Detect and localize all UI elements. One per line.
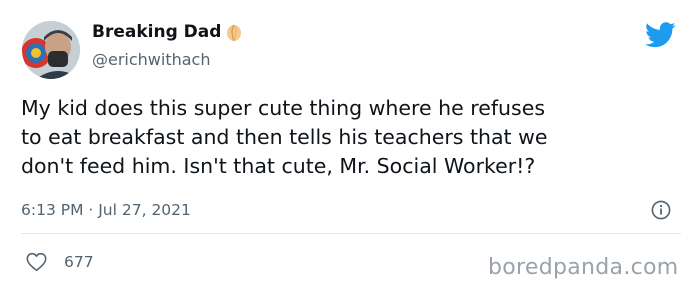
tweet-timestamp[interactable]: 6:13 PM · Jul 27, 2021 (21, 201, 191, 219)
tweet-text-line: to eat breakfast and then tells his teac… (21, 125, 548, 149)
author-name-row[interactable]: Breaking Dad (92, 22, 244, 42)
tweet-text-line: My kid does this super cute thing where … (21, 96, 546, 120)
avatar-image (22, 21, 80, 79)
avatar[interactable] (22, 21, 80, 79)
author-handle[interactable]: @erichwithach (92, 50, 211, 69)
twitter-bird-icon[interactable] (645, 22, 676, 48)
tweet-card: Breaking Dad @erichwithach My kid does t… (0, 0, 700, 289)
info-icon[interactable] (651, 200, 671, 220)
watermark: boredpanda.com (488, 255, 679, 280)
tweet-text-line: don't feed him. Isn't that cute, Mr. Soc… (21, 154, 536, 178)
tweet-text: My kid does this super cute thing where … (21, 94, 689, 181)
divider (21, 233, 681, 234)
like-count[interactable]: 677 (64, 253, 94, 271)
author-display-name[interactable]: Breaking Dad (92, 22, 221, 42)
heart-icon[interactable] (26, 252, 47, 272)
peach-emoji-icon (224, 22, 244, 42)
